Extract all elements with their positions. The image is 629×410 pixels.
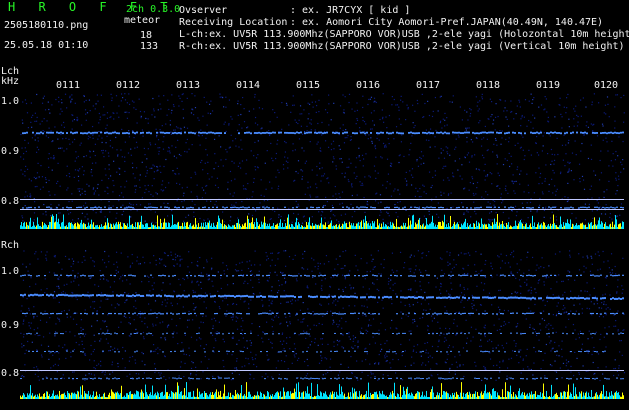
rch-power-bars: [20, 382, 624, 399]
lch-power-bars: [20, 214, 624, 229]
lch-spectrogram: [20, 93, 625, 225]
rch-spectrogram: [20, 250, 626, 382]
spectrogram-canvas: [20, 93, 626, 399]
lch-separator-line: [20, 209, 624, 210]
